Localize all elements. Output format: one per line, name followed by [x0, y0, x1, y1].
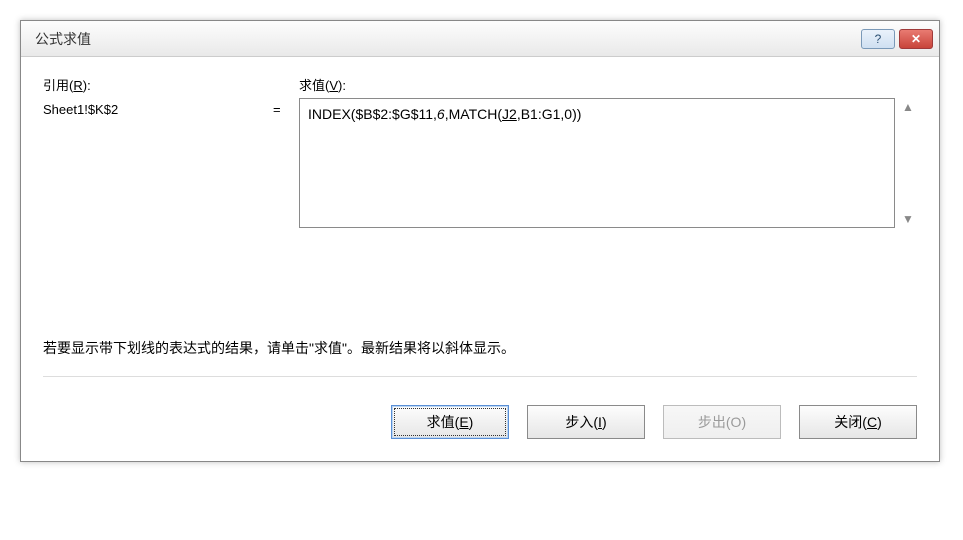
hint-text: 若要显示带下划线的表达式的结果，请单击"求值"。最新结果将以斜体显示。 [43, 338, 917, 377]
formula-scrollbar[interactable]: ▲ ▼ [895, 98, 917, 228]
equals-sign: = [273, 98, 299, 117]
main-row: Sheet1!$K$2 = INDEX($B$2:$G$11,6,MATCH(J… [43, 98, 917, 228]
button-row: 求值(E) 步入(I) 步出(O) 关闭(C) [21, 387, 939, 461]
dialog-content: 引用(R): 求值(V): Sheet1!$K$2 = INDEX($B$2:$… [21, 57, 939, 387]
dialog-title: 公式求值 [35, 29, 857, 49]
step-out-button: 步出(O) [663, 405, 781, 439]
window-close-button[interactable]: ✕ [899, 29, 933, 49]
evaluate-label: 求值(V): [299, 75, 917, 94]
close-icon: ✕ [911, 32, 921, 46]
help-button[interactable]: ? [861, 29, 895, 49]
reference-label: 引用(R): [43, 75, 273, 94]
close-button[interactable]: 关闭(C) [799, 405, 917, 439]
formula-area: INDEX($B$2:$G$11,6,MATCH(J2,B1:G1,0)) ▲ … [299, 98, 917, 228]
reference-value: Sheet1!$K$2 [43, 98, 273, 117]
scroll-down-icon[interactable]: ▼ [902, 212, 914, 226]
evaluate-formula-dialog: 公式求值 ? ✕ 引用(R): 求值(V): Sheet1!$K$2 = IND… [20, 20, 940, 462]
titlebar[interactable]: 公式求值 ? ✕ [21, 21, 939, 57]
help-icon: ? [875, 32, 882, 46]
labels-row: 引用(R): 求值(V): [43, 75, 917, 94]
step-in-button[interactable]: 步入(I) [527, 405, 645, 439]
formula-display[interactable]: INDEX($B$2:$G$11,6,MATCH(J2,B1:G1,0)) [299, 98, 895, 228]
evaluate-button[interactable]: 求值(E) [391, 405, 509, 439]
scroll-up-icon[interactable]: ▲ [902, 100, 914, 114]
